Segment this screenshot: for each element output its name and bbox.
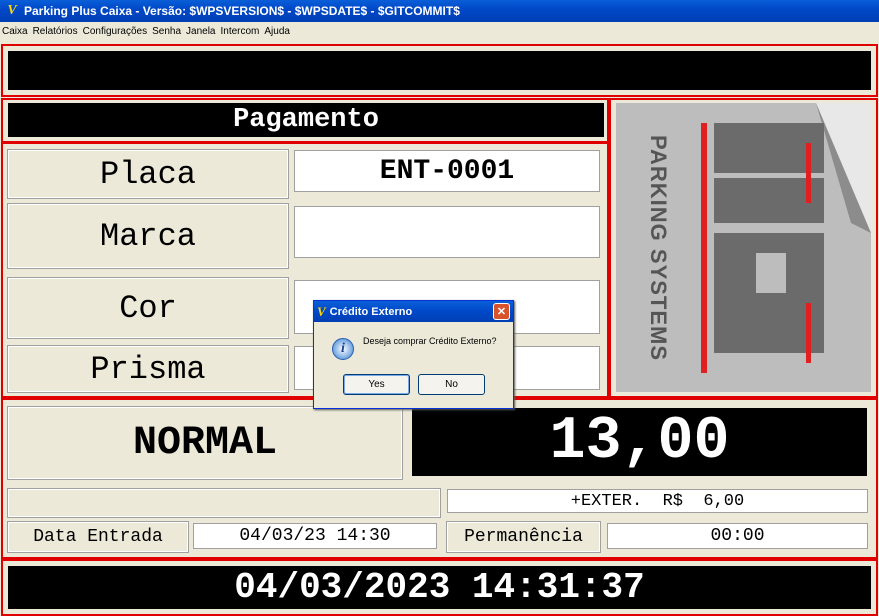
company-logo: PARKING SYSTEMS — [616, 103, 871, 392]
prisma-label: Prisma — [7, 345, 289, 393]
stay-label: Permanência — [446, 521, 601, 553]
dialog-message: Deseja comprar Crédito Externo? — [363, 336, 497, 346]
window-title: Parking Plus Caixa - Versão: $WPSVERSION… — [24, 4, 460, 18]
menu-relatorios[interactable]: Relatórios — [33, 26, 78, 37]
menu-senha[interactable]: Senha — [152, 26, 181, 37]
clock-panel: 04/03/2023 14:31:37 — [1, 559, 878, 616]
menu-caixa[interactable]: Caixa — [2, 26, 28, 37]
close-icon[interactable]: ✕ — [493, 303, 510, 320]
payment-title: Pagamento — [8, 103, 604, 137]
credit-dialog: V Crédito Externo ✕ i Deseja comprar Cré… — [313, 300, 514, 409]
message-panel — [1, 44, 878, 97]
menu-intercom[interactable]: Intercom — [220, 26, 259, 37]
clock-display: 04/03/2023 14:31:37 — [8, 566, 871, 609]
cor-label: Cor — [7, 277, 289, 339]
dialog-titlebar[interactable]: V Crédito Externo ✕ — [314, 301, 513, 322]
entry-date-field: 04/03/23 14:30 — [193, 523, 437, 549]
dialog-title: Crédito Externo — [329, 305, 413, 318]
vehicle-panel: Placa ENT-0001 Marca Cor Prisma — [1, 142, 609, 398]
marca-label: Marca — [7, 203, 289, 269]
menu-configuracoes[interactable]: Configurações — [83, 26, 147, 37]
placa-label: Placa — [7, 149, 289, 199]
no-button[interactable]: No — [418, 374, 485, 395]
menu-janela[interactable]: Janela — [186, 26, 215, 37]
message-display — [8, 51, 871, 90]
status-area — [7, 488, 441, 518]
tariff-name: NORMAL — [7, 406, 403, 480]
stay-field: 00:00 — [607, 523, 868, 549]
info-icon: i — [332, 338, 354, 360]
placa-field[interactable]: ENT-0001 — [294, 150, 600, 192]
logo-panel: PARKING SYSTEMS — [609, 98, 878, 398]
dialog-app-icon: V — [317, 303, 326, 319]
window-titlebar[interactable]: V Parking Plus Caixa - Versão: $WPSVERSI… — [0, 0, 879, 22]
menu-ajuda[interactable]: Ajuda — [264, 26, 290, 37]
logo-text: PARKING SYSTEMS — [646, 134, 671, 362]
amount-display: 13,00 — [412, 408, 867, 476]
extra-charge: +EXTER. R$ 6,00 — [447, 489, 868, 513]
tariff-panel: NORMAL 13,00 +EXTER. R$ 6,00 Data Entrad… — [1, 398, 878, 559]
menu-bar: Caixa Relatórios Configurações Senha Jan… — [0, 22, 879, 41]
yes-button[interactable]: Yes — [343, 374, 410, 395]
marca-field[interactable] — [294, 206, 600, 258]
app-icon: V — [7, 3, 17, 18]
payment-header-panel: Pagamento — [1, 98, 609, 143]
entry-date-label: Data Entrada — [7, 521, 189, 553]
